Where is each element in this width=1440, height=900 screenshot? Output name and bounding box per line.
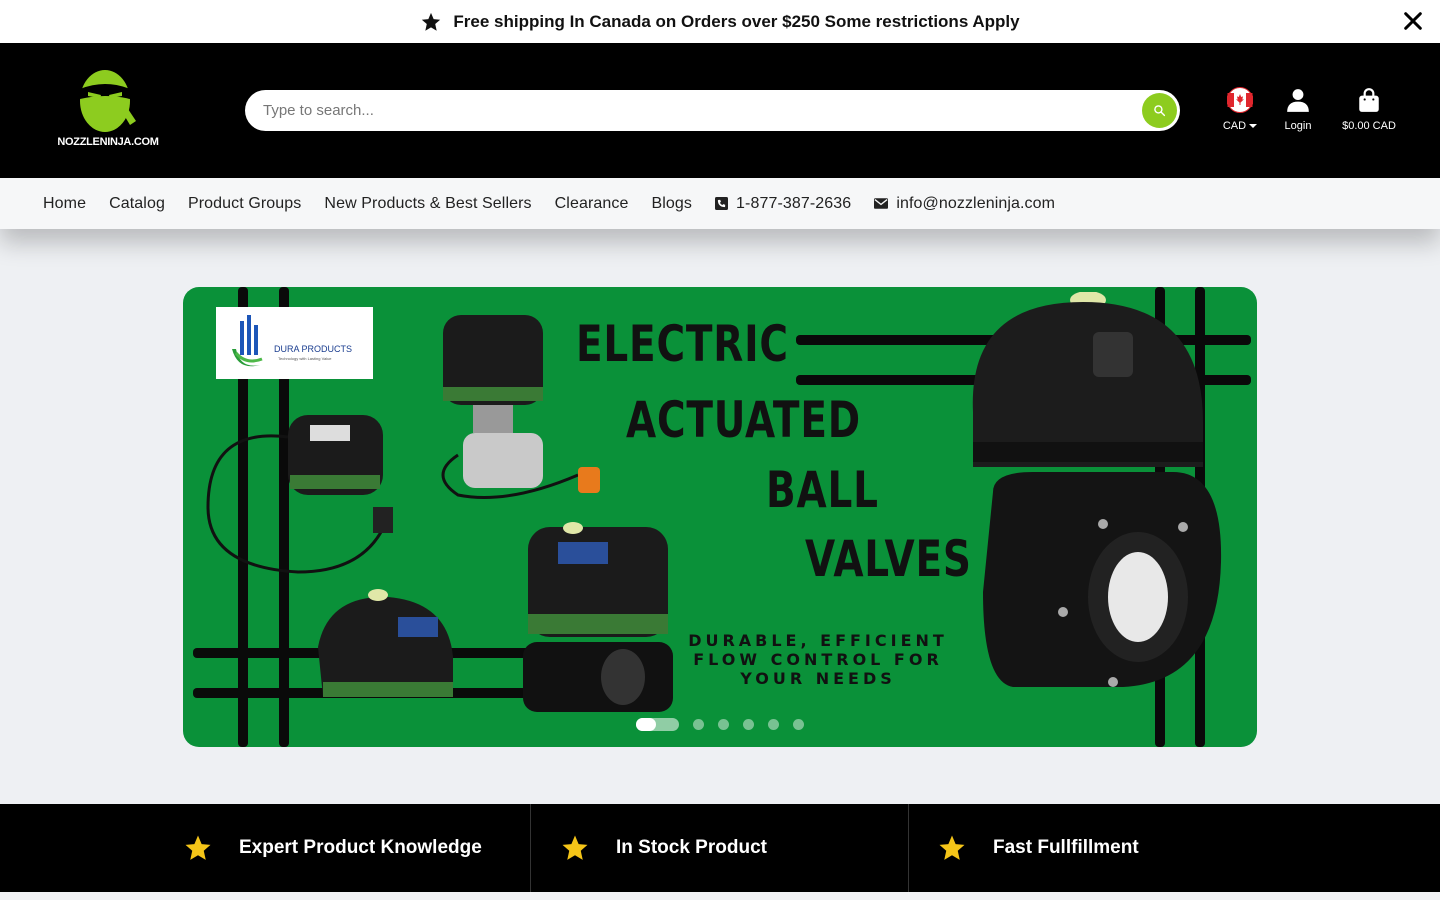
search-icon [1154,105,1166,117]
caret-down-icon [1249,124,1258,128]
partner-tagline: Technology with Lasting Value [278,356,332,361]
features-strip: Expert Product Knowledge In Stock Produc… [0,804,1440,892]
slider-dot-4[interactable] [743,719,754,730]
canada-flag-icon [1226,87,1254,113]
nav-catalog[interactable]: Catalog [109,195,165,213]
search-button[interactable] [1142,93,1177,128]
nav-clearance[interactable]: Clearance [555,195,629,213]
page-bottom [0,892,1440,900]
feature-label: Fast Fullfillment [993,837,1139,858]
ninja-logo-icon [80,70,136,132]
divider [908,804,909,892]
phone-icon [715,197,729,210]
partner-name: DURA PRODUCTS [274,344,353,354]
slider-dot-3[interactable] [718,719,729,730]
dura-logo-icon [232,315,263,367]
banner-title-line-4: VALVES [805,530,972,588]
banner-subtitle-line: DURABLE, EFFICIENT [688,631,948,650]
nav-home[interactable]: Home [43,195,86,213]
feature-item: Expert Product Knowledge [183,804,482,892]
nav-phone[interactable]: 1-877-387-2636 [715,195,851,213]
nav-product-groups[interactable]: Product Groups [188,195,301,213]
shopping-bag-icon [1359,88,1379,112]
site-header: NOZZLENINJA.COM CAD Login $0.00 CAD [0,43,1440,178]
feature-label: In Stock Product [616,837,767,858]
banner-subtitle-line: YOUR NEEDS [740,669,896,688]
login-button[interactable]: Login [1278,87,1318,132]
slider-dot-1[interactable] [636,718,679,731]
valve-actuator-image [318,589,453,697]
feature-item: In Stock Product [560,804,767,892]
phone-number: 1-877-387-2636 [736,194,852,212]
dura-products-logo: DURA PRODUCTS Technology with Lasting Va… [216,307,373,379]
envelope-icon [874,198,889,209]
search-input[interactable] [263,90,1123,131]
currency-selector[interactable]: CAD [1220,87,1260,132]
email-address: info@nozzleninja.com [896,194,1056,212]
hero-banner[interactable]: DURA PRODUCTS Technology with Lasting Va… [183,287,1257,747]
star-icon [562,835,588,860]
close-icon[interactable] [1402,10,1424,32]
cart-button[interactable]: $0.00 CAD [1336,87,1402,132]
nav-blogs[interactable]: Blogs [652,195,693,213]
slider-pagination [636,718,818,731]
feature-item: Fast Fullfillment [937,804,1139,892]
main-navigation: Home Catalog Product Groups New Products… [0,178,1440,229]
valve-actuator-image [523,522,673,712]
slider-dot-5[interactable] [768,719,779,730]
search-bar [245,90,1180,131]
feature-label: Expert Product Knowledge [239,837,482,858]
currency-label: CAD [1222,120,1247,132]
banner-subtitle-line: FLOW CONTROL FOR [693,650,943,669]
slider-dot-6[interactable] [793,719,804,730]
slider-dot-2[interactable] [693,719,704,730]
brand-name: NOZZLENINJA.COM [57,136,159,148]
login-label: Login [1284,120,1312,132]
star-icon [939,835,965,860]
banner-title-line-1: ELECTRIC [576,315,789,373]
star-icon [422,12,441,31]
nav-email[interactable]: info@nozzleninja.com [874,195,1055,213]
site-logo[interactable]: NOZZLENINJA.COM [52,69,164,153]
cart-total: $0.00 CAD [1342,120,1396,132]
banner-title-line-2: ACTUATED [626,391,861,449]
user-icon [1287,89,1309,112]
banner-title-line-3: BALL [766,461,879,519]
banner-subtitle: DURABLE, EFFICIENT FLOW CONTROL FOR YOUR… [688,631,948,688]
valve-actuator-image [206,415,393,574]
butterfly-valve-image [972,292,1222,687]
star-icon [185,835,211,860]
announcement-text: Free shipping In Canada on Orders over $… [453,11,1020,31]
announcement-bar: Free shipping In Canada on Orders over $… [0,0,1440,43]
nav-new-products[interactable]: New Products & Best Sellers [324,195,531,213]
divider [530,804,531,892]
